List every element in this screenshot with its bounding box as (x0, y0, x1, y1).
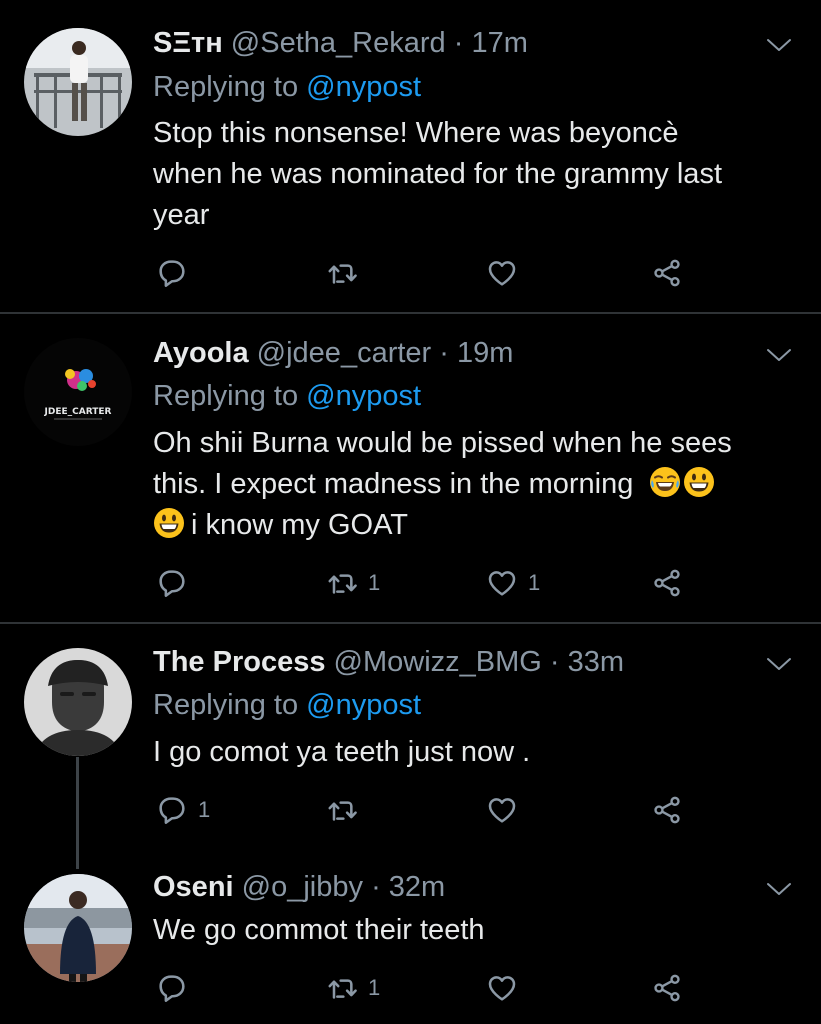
replying-to-line: Replying to @nypost (153, 70, 421, 104)
reply-icon (156, 567, 188, 599)
display-name[interactable]: Oseni (153, 871, 234, 903)
grinning-face-emoji (153, 507, 185, 539)
reply-icon (156, 257, 188, 289)
replying-to-line: Replying to @nypost (153, 379, 421, 413)
separator-dot: · (549, 646, 560, 678)
reply-count: 1 (198, 797, 211, 822)
separator-dot: · (453, 27, 464, 59)
retweet-icon (326, 567, 358, 599)
share-icon (651, 972, 683, 1004)
chevron-down-icon[interactable] (764, 654, 794, 674)
retweet-count: 1 (368, 975, 381, 1000)
share-icon (651, 794, 683, 826)
avatar[interactable] (24, 28, 132, 136)
tweet-text-line: Oh shii Burna would be pissed when he se… (153, 427, 732, 459)
action-bar: 1 (153, 792, 713, 828)
like-button[interactable] (486, 792, 528, 828)
separator-dot: · (439, 337, 449, 369)
retweet-count: 1 (368, 570, 381, 595)
display-name[interactable]: Ayoola (153, 337, 249, 369)
display-name[interactable]: SΞтн (153, 27, 223, 59)
tweet-text-line-with-emoji: this. I expect madness in the morning (153, 464, 793, 505)
replying-to-label: Replying to (153, 380, 299, 412)
separator-dot: · (371, 871, 381, 903)
user-handle[interactable]: @Mowizz_BMG (334, 646, 542, 678)
tweet-header: The Process @Mowizz_BMG · 33m (153, 645, 624, 679)
avatar[interactable] (24, 648, 132, 756)
tweet-text-line: when he was nominated for the grammy las… (153, 158, 722, 190)
mention-link[interactable]: @nypost (306, 689, 421, 721)
reply-icon (156, 794, 188, 826)
tweet-card[interactable]: The Process @Mowizz_BMG · 33m Replying t… (0, 624, 821, 860)
mention-link[interactable]: @nypost (306, 71, 421, 103)
user-handle[interactable]: @Setha_Rekard (231, 27, 446, 59)
action-bar: 1 (153, 970, 713, 1006)
retweet-icon (326, 257, 358, 289)
tweet-text: Stop this nonsense! Where was beyoncè wh… (153, 113, 793, 236)
timestamp[interactable]: 19m (457, 337, 513, 369)
share-button[interactable] (651, 970, 683, 1006)
tweet-text-line: We go commot their teeth (153, 914, 485, 946)
tweet-text-line: year (153, 199, 210, 231)
heart-icon (486, 567, 518, 599)
share-button[interactable] (651, 255, 683, 291)
avatar-logo-text: JDEE_CARTER (44, 407, 112, 417)
tweet-header: Ayoola @jdee_carter · 19m (153, 336, 513, 370)
tweet-text-line: this. I expect madness in the morning (153, 468, 634, 500)
retweet-icon (326, 972, 358, 1004)
grinning-face-emoji (683, 466, 715, 498)
action-bar (153, 255, 713, 291)
reply-button[interactable] (156, 970, 198, 1006)
mention-link[interactable]: @nypost (306, 380, 421, 412)
retweet-button[interactable] (326, 792, 368, 828)
user-handle[interactable]: @jdee_carter (257, 337, 432, 369)
reply-button[interactable] (156, 255, 198, 291)
share-button[interactable] (651, 565, 683, 601)
avatar[interactable] (24, 874, 132, 982)
heart-icon (486, 257, 518, 289)
like-button[interactable] (486, 970, 528, 1006)
chevron-down-icon[interactable] (764, 345, 794, 365)
tweet-text-line: I go comot ya teeth just now . (153, 736, 531, 768)
tweet-text-line: Stop this nonsense! Where was beyoncè (153, 117, 679, 149)
chevron-down-icon[interactable] (764, 35, 794, 55)
action-bar: 1 1 (153, 565, 713, 601)
share-icon (651, 257, 683, 289)
tweet-header: SΞтн @Setha_Rekard · 17m (153, 26, 528, 60)
avatar[interactable]: JDEE_CARTER (24, 338, 132, 446)
reply-button[interactable] (156, 565, 198, 601)
timestamp[interactable]: 17m (471, 27, 527, 59)
tweet-text: Oh shii Burna would be pissed when he se… (153, 423, 793, 546)
tweet-text-line-with-emoji: i know my GOAT (153, 505, 793, 546)
heart-icon (486, 972, 518, 1004)
like-count: 1 (528, 570, 541, 595)
retweet-button[interactable]: 1 (326, 565, 380, 601)
reply-icon (156, 972, 188, 1004)
like-button[interactable] (486, 255, 528, 291)
retweet-button[interactable]: 1 (326, 970, 380, 1006)
timestamp[interactable]: 33m (568, 646, 624, 678)
replying-to-label: Replying to (153, 689, 299, 721)
display-name[interactable]: The Process (153, 646, 325, 678)
reply-button[interactable]: 1 (156, 792, 210, 828)
tweet-text-line: i know my GOAT (191, 509, 408, 541)
tweet-text: I go comot ya teeth just now . (153, 732, 793, 773)
chevron-down-icon[interactable] (764, 879, 794, 899)
tweet-card[interactable]: JDEE_CARTER Ayoola @jdee_carter · 19m Re… (0, 314, 821, 622)
tweet-card[interactable]: Oseni @o_jibby · 32m We go commot their … (0, 860, 821, 1024)
tweet-card[interactable]: SΞтн @Setha_Rekard · 17m Replying to @ny… (0, 0, 821, 312)
tweet-text: We go commot their teeth (153, 910, 793, 951)
retweet-icon (326, 794, 358, 826)
replying-to-line: Replying to @nypost (153, 688, 421, 722)
replying-to-label: Replying to (153, 71, 299, 103)
share-icon (651, 567, 683, 599)
retweet-button[interactable] (326, 255, 368, 291)
heart-icon (486, 794, 518, 826)
like-button[interactable]: 1 (486, 565, 540, 601)
tears-of-joy-emoji (649, 466, 681, 498)
tweet-header: Oseni @o_jibby · 32m (153, 870, 445, 904)
timestamp[interactable]: 32m (389, 871, 445, 903)
user-handle[interactable]: @o_jibby (242, 871, 363, 903)
share-button[interactable] (651, 792, 683, 828)
